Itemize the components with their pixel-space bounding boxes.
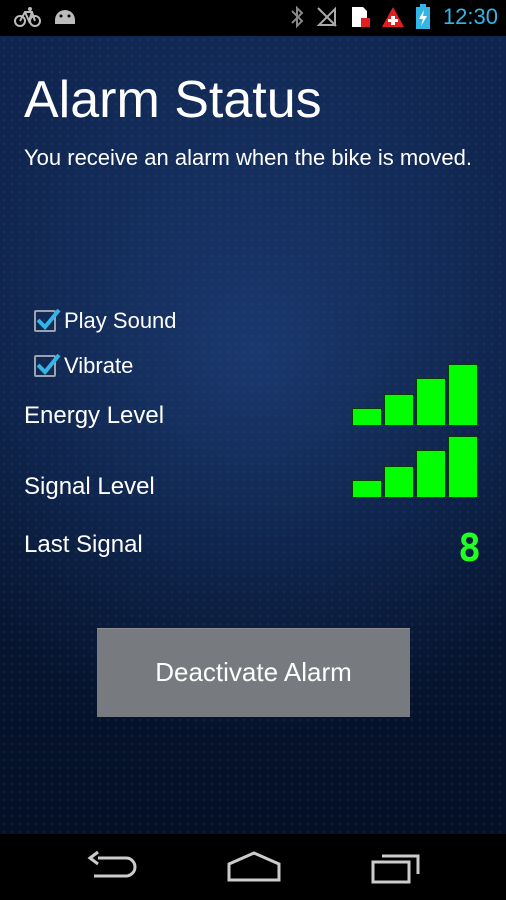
- energy-bar-2: [384, 394, 414, 426]
- android-icon: [52, 6, 78, 28]
- swiss-app-icon: [381, 5, 405, 29]
- energy-level-bars: [352, 364, 478, 426]
- energy-bar-4: [448, 364, 478, 426]
- bike-icon: [14, 6, 42, 28]
- vibrate-label: Vibrate: [64, 353, 134, 378]
- page-description: You receive an alarm when the bike is mo…: [24, 145, 472, 170]
- signal-level-bars: [352, 436, 478, 498]
- bluetooth-icon: [289, 5, 305, 29]
- home-icon[interactable]: [226, 850, 282, 888]
- signal-bar-1: [352, 480, 382, 498]
- alarm-status-screen: Alarm Status You receive an alarm when t…: [0, 36, 506, 834]
- sim-alert-icon: [349, 5, 371, 29]
- checkbox-checked-icon[interactable]: [34, 308, 61, 332]
- play-sound-checkbox[interactable]: Play Sound: [34, 308, 177, 334]
- energy-bar-3: [416, 378, 446, 426]
- vibrate-checkbox[interactable]: Vibrate: [34, 353, 133, 379]
- play-sound-label: Play Sound: [64, 308, 177, 333]
- back-icon[interactable]: [86, 850, 138, 888]
- signal-bar-4: [448, 436, 478, 498]
- navigation-bar: [0, 834, 506, 900]
- last-signal-value: 8: [458, 526, 482, 570]
- signal-level-label: Signal Level: [24, 473, 155, 500]
- checkbox-checked-icon[interactable]: [34, 353, 61, 377]
- signal-bar-2: [384, 466, 414, 498]
- page-title: Alarm Status: [24, 71, 322, 129]
- clock: 12:30: [442, 4, 498, 29]
- recent-apps-icon[interactable]: [370, 850, 422, 888]
- status-bar: 12:30: [0, 0, 506, 36]
- deactivate-alarm-button[interactable]: Deactivate Alarm: [97, 628, 410, 717]
- last-signal-label: Last Signal: [24, 531, 143, 558]
- signal-bar-3: [416, 450, 446, 498]
- battery-charging-icon: [415, 4, 431, 30]
- energy-level-label: Energy Level: [24, 402, 165, 429]
- signal-off-icon: [315, 5, 339, 29]
- energy-bar-1: [352, 408, 382, 426]
